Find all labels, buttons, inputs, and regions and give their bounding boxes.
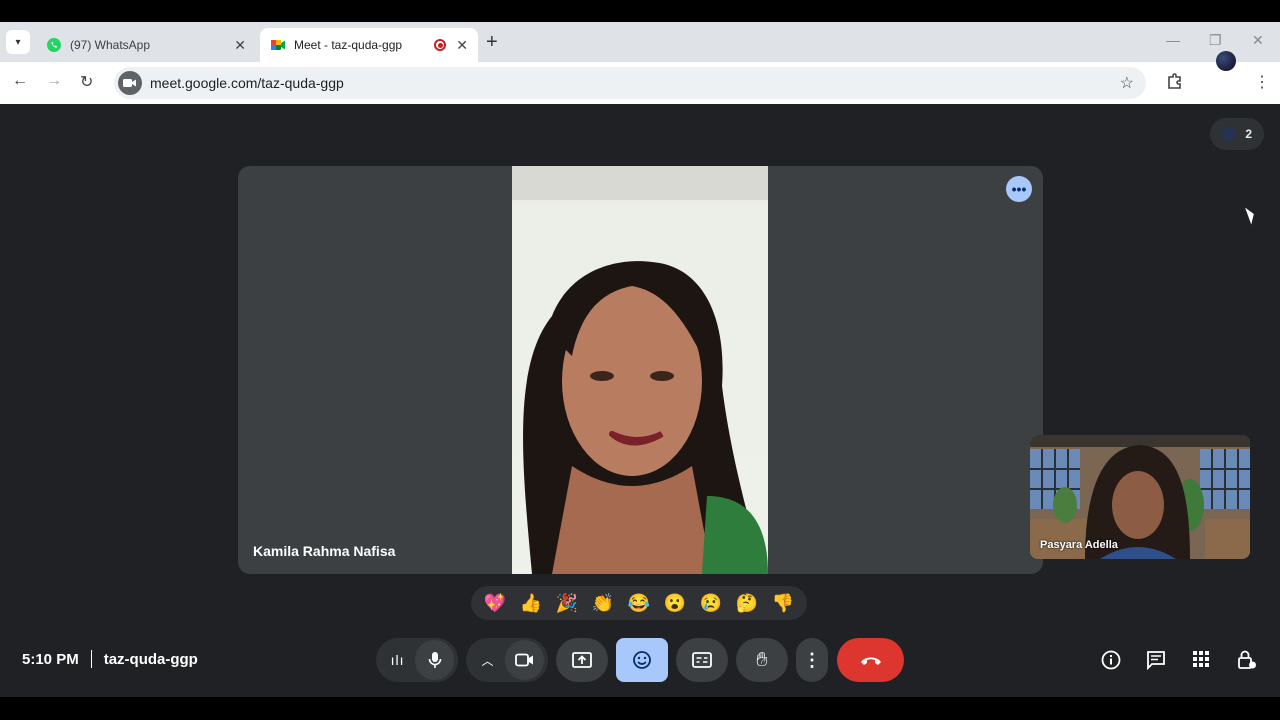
participant-name: Kamila Rahma Nafisa [253,543,396,559]
chat-button[interactable] [1146,650,1166,675]
chevron-up-icon[interactable]: ︿ [470,652,505,669]
profile-avatar[interactable] [1216,51,1236,71]
apps-grid-icon [1193,651,1209,667]
browser-chrome: ▾ (97) WhatsApp ✕ Meet - taz-quda-ggp ✕ … [0,22,1280,104]
participants-button[interactable]: 2 [1210,118,1264,150]
microphone-button[interactable] [415,640,454,680]
browser-toolbar: ← → ↻ meet.google.com/taz-quda-ggp ☆ ⋮ [0,62,1280,104]
participant-video [512,166,768,574]
new-tab-button[interactable]: + [486,32,498,52]
reaction-thumbs-up-icon[interactable]: 👍 [520,594,542,612]
letterbox-top [0,0,1280,22]
leave-call-button[interactable] [837,638,904,682]
participant-tile-main[interactable]: ••• Kamila Rahma Nafisa [238,166,1043,574]
address-bar[interactable]: meet.google.com/taz-quda-ggp ☆ [114,67,1146,99]
meet-stage: 2 ••• Kamila Rahma Nafisa Pasyara Adella… [0,104,1280,697]
participant-avatar-icon [1222,127,1236,141]
meeting-info: 5:10 PM taz-quda-ggp [22,650,198,668]
mic-control-group: ılı [376,638,458,682]
chat-icon [1147,651,1165,671]
restore-icon[interactable]: ❐ [1209,32,1222,49]
clock-time: 5:10 PM [22,650,79,668]
reaction-heart-icon[interactable]: 💖 [484,594,506,612]
letterbox-bottom [0,697,1280,720]
reload-icon[interactable]: ↻ [80,72,93,92]
emoji-icon [633,651,651,669]
url-text: meet.google.com/taz-quda-ggp [150,75,344,91]
minimize-icon[interactable]: — [1166,32,1180,48]
camera-control-group: ︿ [466,638,548,682]
present-screen-icon [572,652,592,668]
tab-whatsapp[interactable]: (97) WhatsApp ✕ [36,28,256,62]
camera-icon [514,653,533,667]
close-tab-icon[interactable]: ✕ [456,37,468,54]
lock-person-icon [1238,650,1256,669]
extensions-icon[interactable] [1166,72,1184,95]
host-controls-button[interactable] [1237,650,1257,675]
close-window-icon[interactable]: ✕ [1252,32,1264,49]
participant-count: 2 [1245,127,1252,141]
hand-icon: ✋︎ [756,648,768,671]
meeting-code: taz-quda-ggp [103,650,198,668]
activities-button[interactable] [1192,650,1210,673]
reaction-surprised-icon[interactable]: 😮 [664,594,686,612]
more-options-button[interactable]: ⋮ [796,638,828,682]
more-options-icon[interactable]: ••• [1006,176,1032,202]
microphone-icon [428,652,441,668]
bookmark-star-icon[interactable]: ☆ [1120,73,1134,93]
mouse-cursor-icon [1245,205,1257,225]
whatsapp-icon [47,38,61,52]
participant-name: Pasyara Adella [1040,539,1118,551]
participant-video-frame [512,166,768,574]
google-meet-icon [271,40,285,50]
end-call-icon [860,657,881,665]
reaction-thumbs-down-icon[interactable]: 👎 [772,594,794,612]
tab-meet[interactable]: Meet - taz-quda-ggp ✕ [260,28,478,62]
browser-menu-icon[interactable]: ⋮ [1254,72,1270,92]
camera-button[interactable] [505,640,544,680]
reaction-laugh-icon[interactable]: 😂 [628,594,650,612]
present-screen-button[interactable] [556,638,608,682]
reaction-bar: 💖 👍 🎉 👏 😂 😮 😢 🤔 👎 [471,586,807,620]
recording-indicator-icon [434,39,447,51]
captions-button[interactable] [676,638,728,682]
participant-tile-self[interactable]: Pasyara Adella [1030,435,1250,559]
reaction-party-icon[interactable]: 🎉 [556,594,578,612]
divider [90,650,92,668]
forward-icon[interactable]: → [46,72,62,90]
reaction-sad-icon[interactable]: 😢 [700,594,722,612]
reactions-button[interactable] [616,638,668,682]
audio-level-icon: ılı [390,652,405,668]
back-icon[interactable]: ← [12,72,28,90]
site-info-icon[interactable] [118,71,142,95]
reaction-clap-icon[interactable]: 👏 [592,594,614,612]
tab-title: (97) WhatsApp [70,38,151,52]
close-tab-icon[interactable]: ✕ [234,37,246,54]
info-icon [1101,650,1121,670]
reaction-thinking-icon[interactable]: 🤔 [736,594,758,612]
captions-icon [692,652,712,668]
tab-strip: ▾ (97) WhatsApp ✕ Meet - taz-quda-ggp ✕ … [0,22,1280,62]
tab-search-button[interactable]: ▾ [6,30,30,54]
more-vert-icon: ⋮ [803,649,821,670]
tab-title: Meet - taz-quda-ggp [294,38,403,52]
raise-hand-button[interactable]: ✋︎ [736,638,788,682]
meeting-details-button[interactable] [1101,650,1121,675]
